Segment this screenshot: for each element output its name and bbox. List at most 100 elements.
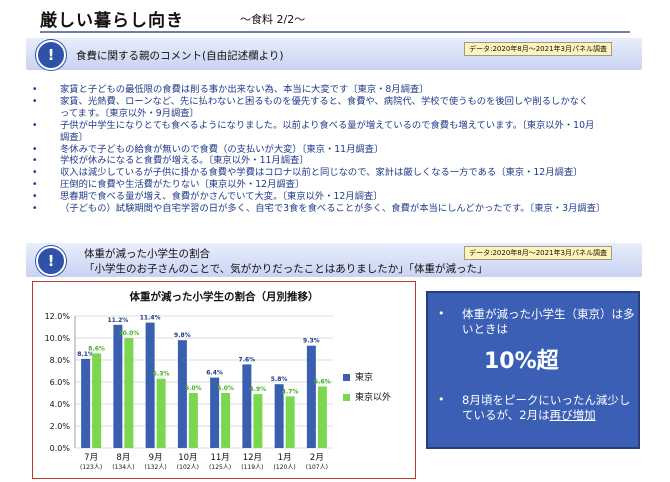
x-tick-label: 7月 bbox=[84, 453, 98, 463]
bullet: • bbox=[32, 203, 38, 215]
bullet: • bbox=[32, 95, 38, 107]
data-label: 11.2% bbox=[107, 317, 128, 324]
summary-text-1: 体重が減った小学生（東京）は多いときは bbox=[462, 307, 635, 336]
chart-panel-question: 「小学生のお子さんのことで、気がかりだったことはありましたか」「体重が減った」 bbox=[84, 263, 488, 275]
data-label: 9.3% bbox=[303, 338, 320, 345]
comment-item: • 収入は減少しているが子供に掛かる食費や学費はコロナ以前と同じなので、家計は厳し… bbox=[32, 167, 642, 179]
y-tick-label: 12.0% bbox=[45, 312, 71, 321]
y-tick-label: 10.0% bbox=[45, 334, 71, 343]
comments-panel-title: 食費に関する親のコメント(自由記述欄より) bbox=[76, 50, 284, 62]
chart-container: 体重が減った小学生の割合（月別推移） 0.0% 2.0% 4.0% 6.0% 8.0% 10… bbox=[32, 281, 416, 479]
comment-text: 圧倒的に食費や生活費がたりない〔東京以外・12月調査〕 bbox=[60, 179, 305, 191]
y-tick-label: 6.0% bbox=[50, 378, 71, 387]
data-label: 11.4% bbox=[140, 315, 161, 322]
bar-other bbox=[188, 393, 198, 448]
y-tick-label: 4.0% bbox=[50, 400, 71, 409]
info-exclamation-icon: ! bbox=[36, 40, 66, 70]
bar-tokyo bbox=[306, 345, 316, 448]
bullet: • bbox=[32, 179, 38, 191]
legend-swatch bbox=[343, 394, 350, 401]
data-label: 5.6% bbox=[314, 378, 331, 385]
bar-tokyo bbox=[145, 322, 155, 448]
bar-other bbox=[317, 386, 327, 448]
data-label: 6.4% bbox=[206, 370, 223, 377]
bar-other bbox=[156, 378, 166, 448]
comment-text: 子供が中学生になりとても食べるようになりました。以前より食べる量が増えているので… bbox=[60, 119, 595, 131]
x-tick-sublabel: (120人) bbox=[274, 464, 296, 471]
bullet: • bbox=[32, 119, 38, 131]
data-label: 7.6% bbox=[239, 356, 256, 363]
x-tick-sublabel: (102人) bbox=[177, 464, 199, 471]
data-label: 5.0% bbox=[185, 385, 202, 392]
x-tick-sublabel: (107人) bbox=[306, 464, 328, 471]
bar-tokyo bbox=[113, 324, 123, 448]
data-label: 4.9% bbox=[250, 386, 267, 393]
x-tick-label: 9月 bbox=[149, 453, 163, 463]
bar-other bbox=[124, 338, 134, 448]
summary-box: • 体重が減った小学生（東京）は多いときは 10%超 • 8月頃をピークにいった… bbox=[426, 291, 640, 449]
bar-tokyo bbox=[177, 340, 187, 448]
y-tick-label: 0.0% bbox=[50, 444, 71, 453]
bullet: • bbox=[32, 84, 38, 95]
comments-list: • 家賃と子どもの最低限の食費は削る事か出来ない為、本当に大変です〔東京・8月調査… bbox=[32, 84, 642, 215]
bullet: • bbox=[438, 393, 445, 406]
data-label: 6.3% bbox=[153, 371, 170, 378]
legend-label: 東京 bbox=[355, 371, 373, 383]
comment-item: • 子供が中学生になりとても食べるようになりました。以前より食べる量が増えているの… bbox=[32, 120, 642, 132]
x-tick-label: 1月 bbox=[278, 453, 292, 463]
chart-panel-header: ! 体重が減った小学生の割合 「小学生のお子さんのことで、気がかりだったことはあ… bbox=[26, 243, 642, 277]
bullet: • bbox=[32, 167, 38, 179]
comment-text: ってます。〔東京以外・9月調査〕 bbox=[60, 107, 199, 119]
x-tick-label: 12月 bbox=[243, 453, 262, 463]
y-tick-label: 8.0% bbox=[50, 356, 71, 365]
y-tick-label: 2.0% bbox=[50, 422, 71, 431]
info-exclamation-icon: ! bbox=[36, 246, 66, 276]
title-divider bbox=[40, 31, 630, 33]
chart-panel-title: 体重が減った小学生の割合 bbox=[84, 248, 210, 260]
bullet: • bbox=[32, 155, 38, 167]
comment-item: • 家賃と子どもの最低限の食費は削る事か出来ない為、本当に大変です〔東京・8月調査… bbox=[32, 84, 642, 96]
page-subtitle: ～食料 2/2～ bbox=[240, 13, 306, 26]
bar-tokyo bbox=[81, 358, 91, 448]
summary-text-2: 8月頃をピークにいったん減少しているが、2月は再び増加 bbox=[462, 393, 638, 423]
bullet: • bbox=[32, 143, 38, 155]
comment-text: 冬休みで子どもの給食が無いので食費（の支払いが大変）〔東京・11月調査〕 bbox=[60, 143, 384, 155]
data-label: 4.7% bbox=[282, 388, 299, 395]
data-label: 9.8% bbox=[174, 332, 191, 339]
x-tick-label: 11月 bbox=[210, 453, 229, 463]
bar-tokyo bbox=[242, 364, 252, 448]
comment-item: • 冬休みで子どもの給食が無いので食費（の支払いが大変）〔東京・11月調査〕 bbox=[32, 144, 642, 156]
x-tick-label: 10月 bbox=[178, 453, 197, 463]
x-tick-sublabel: (134人) bbox=[112, 464, 134, 471]
x-tick-label: 8月 bbox=[116, 453, 130, 463]
comment-text: （子どもの）試験期間や自宅学習の日が多く、自宅で3食を食べることが多く、食費が本… bbox=[60, 203, 606, 215]
bullet: • bbox=[32, 191, 38, 203]
bar-other bbox=[92, 353, 102, 448]
summary-highlight: 10%超 bbox=[484, 349, 559, 374]
summary-emphasis: 再び増加 bbox=[549, 408, 596, 422]
data-label: 5.0% bbox=[217, 385, 234, 392]
comments-panel-header: ! 食費に関する親のコメント(自由記述欄より) データ:2020年8月～2021… bbox=[26, 38, 642, 70]
comment-item: ってます。〔東京以外・9月調査〕 bbox=[32, 108, 642, 120]
legend-label: 東京以外 bbox=[355, 391, 391, 403]
comment-item: 調査〕 bbox=[32, 132, 642, 144]
comment-item: • （子どもの）試験期間や自宅学習の日が多く、自宅で3食を食べることが多く、食費が… bbox=[32, 203, 642, 215]
bar-other bbox=[221, 393, 231, 448]
chart-title: 体重が減った小学生の割合（月別推移） bbox=[130, 290, 319, 303]
comment-text: 調査〕 bbox=[60, 131, 88, 143]
data-label: 5.8% bbox=[271, 376, 288, 383]
comment-item: • 思春期で食べる量が増え、食費がかさんでいて大変。〔東京以外・12月調査〕 bbox=[32, 191, 642, 203]
data-label: 10.0% bbox=[118, 330, 139, 337]
comment-item: • 学校が休みになると食費が増える。〔東京以外・11月調査〕 bbox=[32, 155, 642, 167]
comment-text: 家賃と子どもの最低限の食費は削る事か出来ない為、本当に大変です〔東京・8月調査〕 bbox=[60, 84, 429, 95]
bar-other bbox=[285, 396, 295, 448]
source-badge: データ:2020年8月～2021年3月パネル調査 bbox=[464, 246, 612, 260]
x-tick-sublabel: (119人) bbox=[241, 464, 263, 471]
x-tick-label: 2月 bbox=[310, 453, 324, 463]
comment-item: • 圧倒的に食費や生活費がたりない〔東京以外・12月調査〕 bbox=[32, 179, 642, 191]
bar-other bbox=[253, 394, 263, 448]
bar-chart: 体重が減った小学生の割合（月別推移） 0.0% 2.0% 4.0% 6.0% 8.0% 10… bbox=[45, 290, 391, 471]
data-label: 8.6% bbox=[88, 345, 105, 352]
page-title: 厳しい暮らし向き bbox=[40, 11, 184, 31]
x-tick-sublabel: (125人) bbox=[209, 464, 231, 471]
